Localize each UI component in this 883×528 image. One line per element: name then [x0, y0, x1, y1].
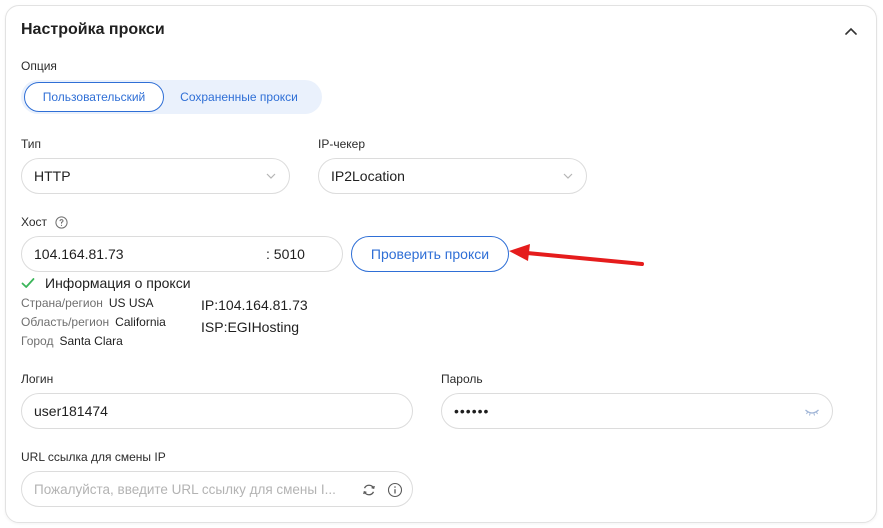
host-port[interactable]: : 5010 [266, 246, 305, 262]
check-icon [21, 278, 35, 288]
info-icon[interactable] [387, 482, 403, 498]
url-change-label: URL ссылка для смены IP [21, 450, 166, 464]
city-row: Город Santa Clara [21, 334, 123, 348]
type-value: HTTP [34, 168, 71, 184]
type-select[interactable]: HTTP [21, 158, 290, 194]
tab-saved-proxies[interactable]: Сохраненные прокси [164, 82, 314, 112]
eye-closed-icon[interactable] [804, 406, 820, 418]
ip-checker-select[interactable]: IP2Location [318, 158, 587, 194]
login-input[interactable]: user181474 [21, 393, 413, 429]
login-label: Логин [21, 372, 54, 386]
chevron-down-icon [266, 173, 276, 179]
type-label: Тип [21, 137, 42, 151]
region-value: California [115, 315, 166, 329]
proxy-ip: IP:104.164.81.73 [201, 297, 308, 313]
password-value: •••••• [454, 403, 490, 419]
country-row: Страна/регион US USA [21, 296, 154, 310]
ip-checker-value: IP2Location [331, 168, 405, 184]
url-change-placeholder: Пожалуйста, введите URL ссылку для смены… [34, 481, 336, 497]
chevron-up-icon [845, 27, 857, 35]
host-label-row: Хост [21, 215, 68, 229]
panel-title: Настройка прокси [21, 21, 165, 38]
host-label: Хост [21, 215, 48, 229]
collapse-button[interactable] [840, 20, 862, 42]
login-value: user181474 [34, 403, 108, 419]
proxy-info-title: Информация о прокси [45, 275, 191, 291]
url-change-input[interactable]: Пожалуйста, введите URL ссылку для смены… [21, 471, 413, 507]
city-value: Santa Clara [59, 334, 123, 348]
proxy-info-header: Информация о прокси [21, 275, 191, 291]
country-value: US USA [108, 296, 154, 310]
password-input[interactable]: •••••• [441, 393, 833, 429]
city-label: Город [21, 334, 54, 348]
chevron-down-icon [563, 173, 573, 179]
ip-checker-label: IP-чекер [318, 137, 365, 151]
annotation-arrow-icon [509, 244, 644, 266]
option-segmented-control: Пользовательский Сохраненные прокси [21, 80, 322, 114]
check-proxy-button[interactable]: Проверить прокси [351, 236, 509, 272]
refresh-icon[interactable] [362, 483, 376, 497]
proxy-isp: ISP:EGIHosting [201, 319, 300, 335]
region-label: Область/регион [21, 315, 110, 329]
option-label: Опция [21, 59, 57, 73]
host-address: 104.164.81.73 [34, 246, 124, 262]
host-input[interactable]: 104.164.81.73 : 5010 [21, 236, 343, 272]
country-label: Страна/регион [21, 296, 103, 310]
region-row: Область/регион California [21, 315, 166, 329]
password-label: Пароль [441, 372, 483, 386]
tab-custom[interactable]: Пользовательский [24, 82, 164, 112]
help-icon[interactable] [55, 215, 68, 229]
